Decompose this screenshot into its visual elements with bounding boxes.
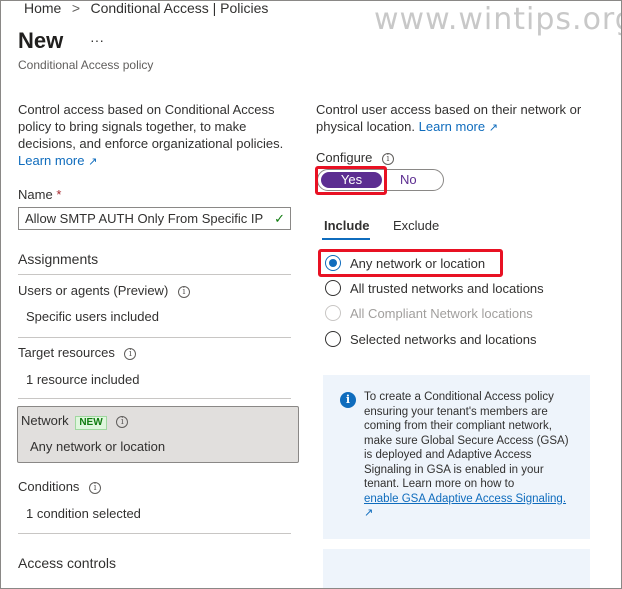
divider: [18, 533, 291, 534]
radio-label-compliant-network: All Compliant Network locations: [350, 306, 533, 321]
radio-compliant-network: [325, 305, 341, 321]
divider: [18, 274, 291, 275]
configure-label-text: Configure: [316, 150, 373, 165]
conditions-label: Conditions i: [18, 479, 102, 494]
info-icon[interactable]: i: [124, 347, 137, 360]
external-link-icon: ↗: [488, 122, 498, 134]
policy-name-value: Allow SMTP AUTH Only From Specific IP: [25, 211, 264, 226]
radio-trusted-networks[interactable]: [325, 280, 341, 296]
page-subtitle: Conditional Access policy: [18, 58, 154, 72]
name-label: Name *: [18, 187, 61, 202]
toggle-no-option[interactable]: No: [400, 172, 417, 188]
right-learn-more-link[interactable]: Learn more ↗: [419, 119, 498, 134]
required-marker: *: [56, 187, 62, 202]
breadcrumb: Home > Conditional Access | Policies: [24, 0, 268, 16]
breadcrumb-home[interactable]: Home: [24, 0, 61, 16]
left-learn-more-link[interactable]: Learn more ↗: [18, 153, 97, 168]
highlight-box: [315, 166, 387, 195]
target-resources-label-text: Target resources: [18, 345, 115, 360]
radio-selected-networks[interactable]: [325, 331, 341, 347]
tab-include[interactable]: Include: [324, 218, 370, 233]
highlight-box: [318, 249, 503, 277]
left-intro: Control access based on Conditional Acce…: [18, 101, 288, 171]
assignments-heading: Assignments: [18, 251, 99, 267]
left-intro-text: Control access based on Conditional Acce…: [18, 102, 284, 151]
watermark: www.wintips.org: [374, 2, 622, 37]
check-icon: ✓: [274, 211, 285, 226]
gsa-info-text: To create a Conditional Access policy en…: [364, 390, 579, 521]
users-value-link[interactable]: Specific users included: [26, 309, 159, 324]
more-options-icon[interactable]: ···: [90, 32, 104, 48]
network-label-text: Network: [21, 413, 69, 428]
users-label-text: Users or agents (Preview): [18, 283, 169, 298]
gsa-info-body: To create a Conditional Access policy en…: [364, 391, 569, 490]
info-icon: i: [340, 392, 356, 408]
breadcrumb-separator-icon: >: [71, 0, 80, 16]
users-label: Users or agents (Preview) i: [18, 283, 190, 298]
network-value-link[interactable]: Any network or location: [30, 439, 165, 454]
target-resources-value-link[interactable]: 1 resource included: [26, 372, 139, 387]
radio-label-selected-networks[interactable]: Selected networks and locations: [350, 332, 536, 347]
tab-underline: [322, 238, 370, 240]
page-title: New: [18, 28, 64, 53]
right-learn-more-label: Learn more: [418, 119, 486, 134]
conditions-value-link[interactable]: 1 condition selected: [26, 506, 141, 521]
gsa-enable-link[interactable]: enable GSA Adaptive Access Signaling.: [364, 493, 566, 505]
breadcrumb-current[interactable]: Conditional Access | Policies: [90, 0, 268, 16]
tab-exclude[interactable]: Exclude: [393, 218, 439, 233]
policy-name-input[interactable]: Allow SMTP AUTH Only From Specific IP ✓: [18, 207, 291, 230]
right-intro: Control user access based on their netwo…: [316, 101, 596, 137]
network-assignment[interactable]: Network NEW i Any network or location: [17, 406, 299, 463]
info-icon[interactable]: i: [116, 415, 129, 428]
radio-label-trusted-networks[interactable]: All trusted networks and locations: [350, 281, 544, 296]
info-icon[interactable]: i: [382, 152, 394, 165]
target-resources-label: Target resources i: [18, 345, 137, 360]
external-link-icon: ↗: [88, 156, 98, 168]
info-icon[interactable]: i: [89, 481, 102, 494]
divider: [18, 337, 291, 338]
new-badge: NEW: [75, 416, 107, 430]
configure-label: Configure i: [316, 150, 394, 165]
access-controls-heading: Access controls: [18, 555, 117, 571]
secondary-info-panel: [323, 549, 590, 589]
divider: [18, 398, 291, 399]
conditions-label-text: Conditions: [18, 479, 80, 494]
left-learn-more-label: Learn more: [18, 153, 85, 168]
external-link-icon[interactable]: ↗: [364, 507, 373, 519]
name-label-text: Name: [18, 187, 53, 202]
network-label: Network NEW i: [21, 413, 129, 430]
info-icon[interactable]: i: [177, 285, 190, 298]
gsa-info-panel: i To create a Conditional Access policy …: [323, 375, 590, 539]
